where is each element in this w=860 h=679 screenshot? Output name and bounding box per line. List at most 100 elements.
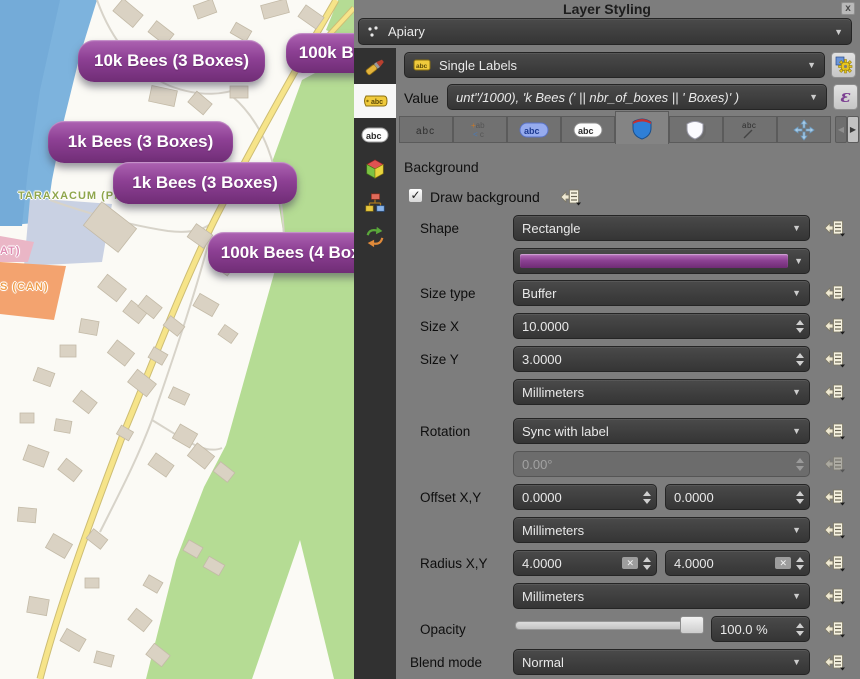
- spinner-arrows[interactable]: [796, 347, 804, 371]
- value-expression-select[interactable]: unt"/1000), 'k Bees (' || nbr_of_boxes |…: [447, 84, 827, 110]
- data-defined-override-button[interactable]: [824, 587, 846, 605]
- section-heading: Background: [404, 159, 479, 175]
- label-mode-value: Single Labels: [439, 58, 517, 73]
- shape-select[interactable]: Rectangle ▼: [513, 215, 810, 241]
- blend-mode-select[interactable]: Normal ▼: [513, 649, 810, 675]
- expression-preview: unt"/1000), 'k Bees (' || nbr_of_boxes |…: [456, 90, 739, 105]
- offset-units-value: Millimeters: [522, 523, 584, 538]
- radius-y-value: 4.0000: [674, 556, 714, 571]
- size-type-select[interactable]: Buffer ▼: [513, 280, 810, 306]
- size-x-spinbox[interactable]: 10.0000: [513, 313, 810, 339]
- rotation-label: Rotation: [420, 424, 470, 439]
- bee-callout-label: 100k Bees (4 Boxes): [286, 33, 354, 73]
- blend-mode-label: Blend mode: [410, 655, 482, 670]
- chevron-down-icon: ▼: [828, 27, 843, 37]
- tab-scroll-right[interactable]: ▶: [847, 116, 859, 143]
- offset-x-value: 0.0000: [522, 490, 562, 505]
- callout-icon: abc: [738, 119, 762, 141]
- sidebar-item-3d-view[interactable]: [354, 152, 396, 186]
- data-defined-override-button[interactable]: [824, 653, 846, 671]
- rotation-select[interactable]: Sync with label ▼: [513, 418, 810, 444]
- close-icon[interactable]: x: [841, 2, 855, 15]
- sidebar-item-symbology[interactable]: [354, 50, 396, 84]
- background-shield-icon: [630, 116, 654, 140]
- tab-buffer[interactable]: abc: [507, 116, 561, 143]
- radius-x-spinbox[interactable]: 4.0000 ✕: [513, 550, 657, 576]
- draw-background-checkbox[interactable]: ✓: [408, 188, 423, 203]
- layer-name: Apiary: [388, 24, 425, 39]
- clear-value-icon[interactable]: ✕: [622, 557, 638, 569]
- spinner-arrows[interactable]: [643, 485, 651, 509]
- data-defined-override-button[interactable]: [824, 383, 846, 401]
- chevron-down-icon: ▼: [786, 387, 801, 397]
- size-x-value: 10.0000: [522, 319, 569, 334]
- bee-callout-label: 1k Bees (3 Boxes): [113, 162, 297, 204]
- data-defined-override-button[interactable]: [824, 317, 846, 335]
- epsilon-icon: ε: [840, 87, 850, 107]
- tab-shadow[interactable]: [669, 116, 723, 143]
- size-units-select[interactable]: Millimeters ▼: [513, 379, 810, 405]
- fill-color-button[interactable]: ▼: [513, 248, 810, 274]
- tab-placement[interactable]: [777, 116, 831, 143]
- radius-y-spinbox[interactable]: 4.0000 ✕: [665, 550, 810, 576]
- data-defined-override-button[interactable]: [824, 350, 846, 368]
- blend-mode-value: Normal: [522, 655, 564, 670]
- data-defined-override-button[interactable]: [824, 488, 846, 506]
- opacity-label: Opacity: [420, 622, 466, 637]
- sidebar-item-labels[interactable]: abc: [354, 84, 396, 118]
- data-defined-override-button[interactable]: [824, 422, 846, 440]
- data-defined-override-button[interactable]: [824, 620, 846, 638]
- offset-y-spinbox[interactable]: 0.0000: [665, 484, 810, 510]
- expression-builder-button[interactable]: ε: [833, 84, 858, 110]
- map-canvas[interactable]: TARAXACUM (PRI) AT) S (CAN) 10k Bees (3 …: [0, 0, 354, 679]
- radius-units-select[interactable]: Millimeters ▼: [513, 583, 810, 609]
- tab-text[interactable]: abc: [399, 116, 453, 143]
- clear-value-icon[interactable]: ✕: [775, 557, 791, 569]
- styling-sidebar: abc abc: [354, 48, 396, 679]
- shadow-shield-icon: [684, 118, 708, 142]
- svg-text:abc: abc: [416, 63, 428, 70]
- tab-mask[interactable]: abc: [561, 116, 615, 143]
- opacity-slider-handle[interactable]: [680, 616, 704, 634]
- spinner-arrows[interactable]: [796, 617, 804, 641]
- chevron-down-icon: ▼: [801, 60, 816, 70]
- rotation-angle-spinbox: 0.00°: [513, 451, 810, 477]
- offset-units-select[interactable]: Millimeters ▼: [513, 517, 810, 543]
- label-mode-select[interactable]: abc Single Labels ▼: [404, 52, 825, 78]
- tab-background[interactable]: [615, 111, 669, 144]
- opacity-spinbox[interactable]: 100.0 %: [711, 616, 810, 642]
- data-defined-override-button[interactable]: [560, 188, 582, 206]
- data-defined-override-button[interactable]: [824, 554, 846, 572]
- bee-callout-label: 10k Bees (3 Boxes): [78, 40, 265, 82]
- chevron-down-icon: ▼: [803, 92, 818, 102]
- spinner-arrows[interactable]: [796, 485, 804, 509]
- auto-placement-settings-button[interactable]: [831, 52, 856, 78]
- spinner-arrows[interactable]: [796, 314, 804, 338]
- panel-title: Layer Styling: [354, 0, 860, 17]
- data-defined-override-button[interactable]: [824, 521, 846, 539]
- draw-background-label: Draw background: [430, 189, 540, 205]
- data-defined-override-button[interactable]: [824, 219, 846, 237]
- size-y-spinbox[interactable]: 3.0000: [513, 346, 810, 372]
- tab-scroll-left[interactable]: ◀: [835, 116, 847, 143]
- offset-x-spinbox[interactable]: 0.0000: [513, 484, 657, 510]
- placement-arrows-icon: [793, 119, 815, 141]
- data-defined-override-button[interactable]: [824, 284, 846, 302]
- chevron-down-icon: ▼: [786, 288, 801, 298]
- offset-y-value: 0.0000: [674, 490, 714, 505]
- layer-styling-panel: Layer Styling x Apiary ▼ abc: [354, 0, 860, 679]
- sidebar-item-history[interactable]: [354, 220, 396, 254]
- size-units-value: Millimeters: [522, 385, 584, 400]
- size-type-label: Size type: [420, 286, 476, 301]
- opacity-slider-track[interactable]: [515, 621, 703, 630]
- offset-label: Offset X,Y: [420, 490, 481, 505]
- spinner-arrows[interactable]: [643, 551, 651, 575]
- tab-formatting[interactable]: +ab < c: [453, 116, 507, 143]
- chevron-down-icon: ▼: [786, 525, 801, 535]
- spinner-arrows[interactable]: [796, 551, 804, 575]
- sidebar-item-diagrams[interactable]: [354, 186, 396, 220]
- sidebar-item-masks[interactable]: abc: [354, 118, 396, 152]
- tab-callouts[interactable]: abc: [723, 116, 777, 143]
- single-labels-icon: abc: [413, 59, 431, 71]
- layer-selector[interactable]: Apiary ▼: [358, 18, 852, 45]
